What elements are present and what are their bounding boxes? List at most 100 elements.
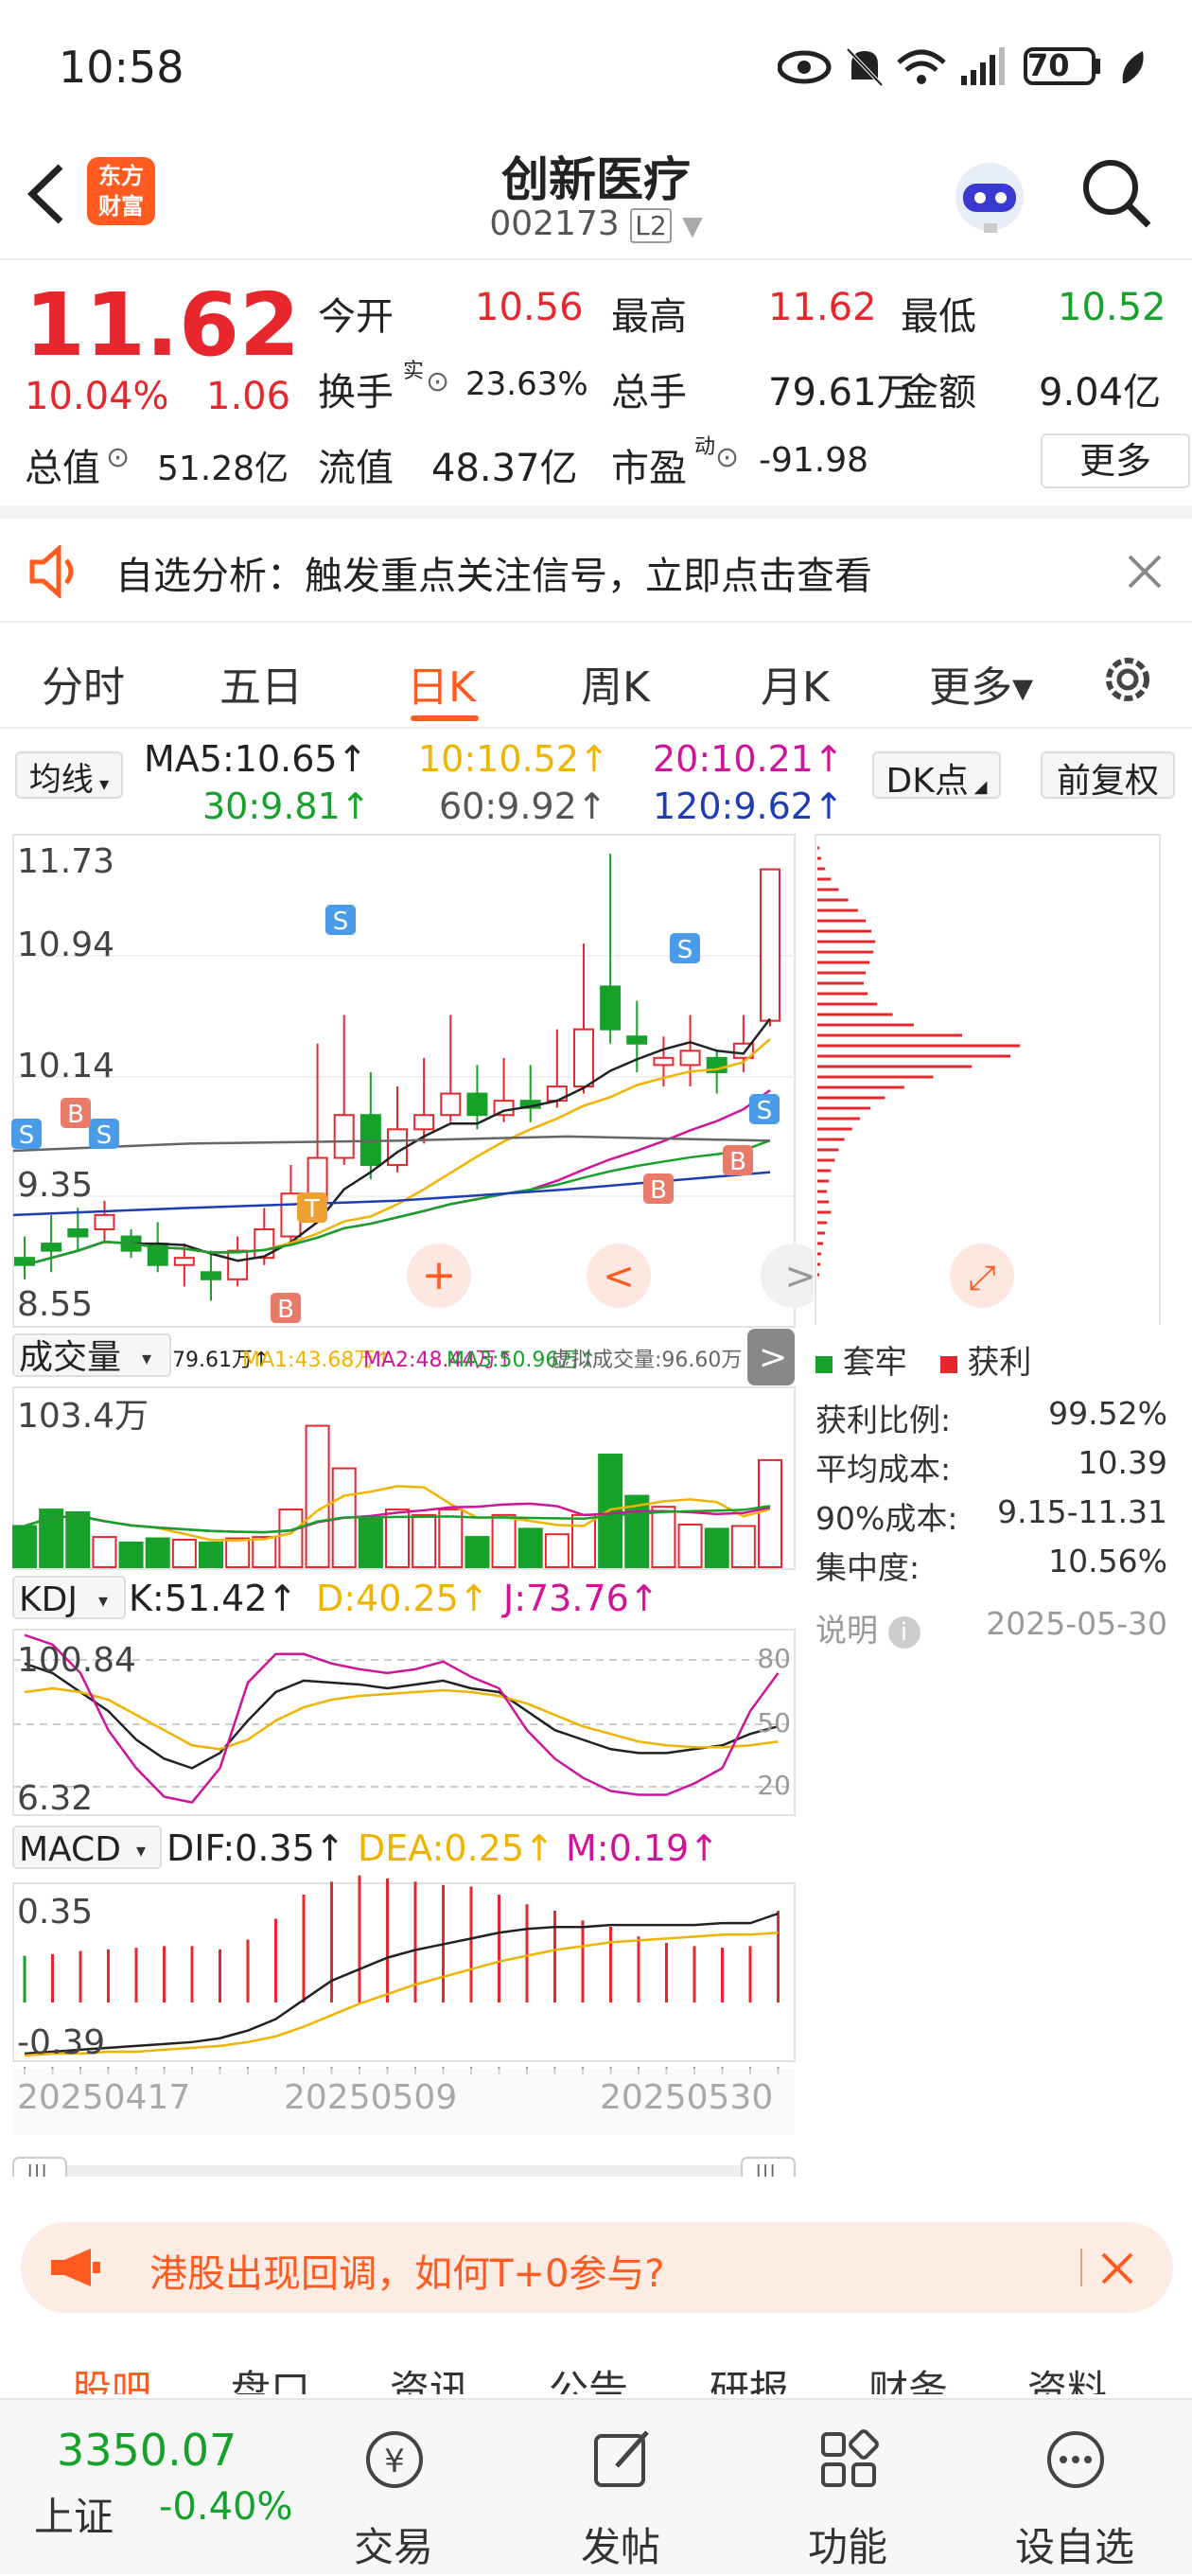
- wifi-icon: [897, 49, 946, 84]
- current-price: 11.62: [25, 274, 301, 376]
- index-ticker[interactable]: 3350.07 上证 -0.40%: [0, 2400, 303, 2576]
- chip-distribution-chart[interactable]: ⤢: [814, 833, 1192, 1325]
- tab-orderbook[interactable]: 盘口: [231, 2358, 310, 2394]
- svg-text:S: S: [96, 1121, 113, 1150]
- pe-value: -91.98: [759, 441, 869, 480]
- volume-bar: [252, 1536, 277, 1568]
- tab-weekly-k[interactable]: 周K: [581, 653, 650, 714]
- promo-banner[interactable]: 港股出现回调，如何T+0参与?: [21, 2222, 1173, 2313]
- nav-label: 设自选: [1014, 2524, 1134, 2570]
- zoom-in-button: +: [407, 1244, 471, 1308]
- mcap-value: 51.28亿: [157, 450, 289, 488]
- tab-news[interactable]: 资讯: [390, 2358, 469, 2394]
- volume-bar: [412, 1513, 437, 1568]
- svg-text:|||: |||: [755, 2162, 776, 2177]
- ma120-value: 120:9.62↑: [653, 785, 844, 827]
- edit-icon: [594, 2430, 649, 2487]
- sell-signal: S: [749, 1094, 780, 1125]
- battery-level: 70: [1027, 47, 1070, 83]
- yuan-icon: ¥: [366, 2431, 423, 2488]
- status-time: 10:58: [59, 42, 184, 93]
- volume-bar: [438, 1509, 464, 1569]
- level-badge: L2: [630, 208, 672, 243]
- kdj-axis-min: 6.32: [17, 1779, 93, 1818]
- info-icon[interactable]: ⊙: [426, 365, 449, 398]
- info-icon[interactable]: i: [887, 1615, 920, 1649]
- ma10-value: 10:10.52↑: [418, 738, 609, 780]
- ma30-value: 30:9.81↑: [202, 785, 371, 827]
- volume-bar: [758, 1458, 782, 1568]
- tab-more[interactable]: 更多▾: [929, 653, 1033, 714]
- svg-text:S: S: [757, 1097, 773, 1125]
- chip-row-label: 集中度:: [815, 1549, 920, 1586]
- chip-row-label: 平均成本:: [815, 1451, 952, 1488]
- sell-signal: S: [325, 905, 356, 936]
- volume-bar: [145, 1537, 170, 1568]
- buy-signal: T: [297, 1192, 327, 1224]
- kdj-level-20: 20: [757, 1770, 791, 1801]
- chip-row-value: 99.52%: [1048, 1395, 1167, 1432]
- stock-header: 东方 财富 创新医疗 002173 L2 ▼: [0, 132, 1192, 260]
- nav-label: 发帖: [580, 2524, 660, 2570]
- volume-label: 总手: [611, 371, 687, 415]
- close-icon[interactable]: [1126, 553, 1164, 591]
- volume-bar: [651, 1506, 676, 1569]
- volume-bar: [730, 1525, 756, 1568]
- ma60-value: 60:9.92↑: [439, 785, 607, 827]
- chip-row: 获利比例: 99.52%: [815, 1395, 1167, 1440]
- legend-profit: 获利: [967, 1344, 1032, 1382]
- legend-trapped: 套牢: [842, 1344, 907, 1382]
- buy-signal: B: [723, 1145, 753, 1176]
- status-icons: [778, 47, 1144, 87]
- search-icon[interactable]: [1078, 155, 1154, 231]
- tab-finance[interactable]: 财务: [868, 2358, 948, 2394]
- candle-body: [466, 1092, 488, 1117]
- more-dots-icon: [1047, 2431, 1104, 2488]
- macd-panel-frame: [12, 1882, 796, 2062]
- tab-announcements[interactable]: 公告: [549, 2358, 628, 2394]
- analysis-alert[interactable]: 自选分析：触发重点关注信号，立即点击查看: [0, 519, 1192, 623]
- more-button[interactable]: 更多: [1041, 433, 1190, 488]
- low-label: 最低: [901, 295, 976, 339]
- candle-body: [67, 1227, 89, 1238]
- chip-note-label[interactable]: 说明: [815, 1612, 878, 1649]
- plus-icon: +: [422, 1251, 457, 1299]
- macd-axis-max: 0.35: [17, 1893, 93, 1932]
- tab-guba[interactable]: 股吧: [72, 2358, 151, 2394]
- tab-five-day[interactable]: 五日: [219, 653, 303, 714]
- kline-chart[interactable]: S SSSSBBBBT 11.73 10.94 10.14 9.35 8.55 +…: [0, 833, 814, 2177]
- volume-bar: [465, 1536, 490, 1568]
- kdj-k: K:51.42↑: [129, 1578, 297, 1619]
- tab-profile[interactable]: 资料: [1027, 2358, 1107, 2394]
- amount-label: 金额: [901, 371, 976, 415]
- bell-muted-icon: [846, 47, 884, 87]
- ma-selector[interactable]: 均线 ▾: [15, 751, 123, 799]
- high-label: 最高: [611, 295, 687, 339]
- index-change: -0.40%: [159, 2485, 293, 2529]
- buy-signal: B: [643, 1173, 674, 1205]
- chevron-down-icon: ▾: [136, 1839, 146, 1861]
- volume-bar: [12, 1525, 37, 1568]
- macd-m: M:0.19↑: [566, 1827, 719, 1869]
- tab-research[interactable]: 研报: [710, 2358, 789, 2394]
- chip-row-value: 10.39: [1078, 1444, 1167, 1481]
- index-value: 3350.07: [57, 2425, 237, 2476]
- robot-assistant-icon[interactable]: [946, 151, 1033, 238]
- chip-legend: 套牢 获利: [815, 1336, 1031, 1383]
- expand-icon: ⤢: [969, 1259, 996, 1297]
- turnover-label: 换手: [318, 371, 394, 415]
- adjust-button[interactable]: 前复权: [1041, 751, 1175, 801]
- volume-value: 79.61万: [768, 371, 915, 415]
- info-icon[interactable]: ⊙: [106, 441, 130, 474]
- kdj-j: J:73.76↑: [501, 1578, 659, 1619]
- price-axis-min: 8.55: [17, 1285, 93, 1324]
- tab-intraday[interactable]: 分时: [42, 653, 125, 714]
- tab-daily-k[interactable]: 日K: [407, 653, 476, 714]
- dk-button[interactable]: DK点 ◢: [872, 751, 1001, 801]
- tab-monthly-k[interactable]: 月K: [761, 653, 830, 714]
- gear-icon[interactable]: [1097, 649, 1158, 710]
- info-icon[interactable]: ⊙: [715, 441, 739, 474]
- close-icon[interactable]: [1099, 2250, 1135, 2286]
- quote-panel: 11.62 10.04% 1.06 今开 10.56 最高 11.62 最低 1…: [0, 263, 1192, 519]
- macd-dif: DIF:0.35↑: [167, 1827, 345, 1869]
